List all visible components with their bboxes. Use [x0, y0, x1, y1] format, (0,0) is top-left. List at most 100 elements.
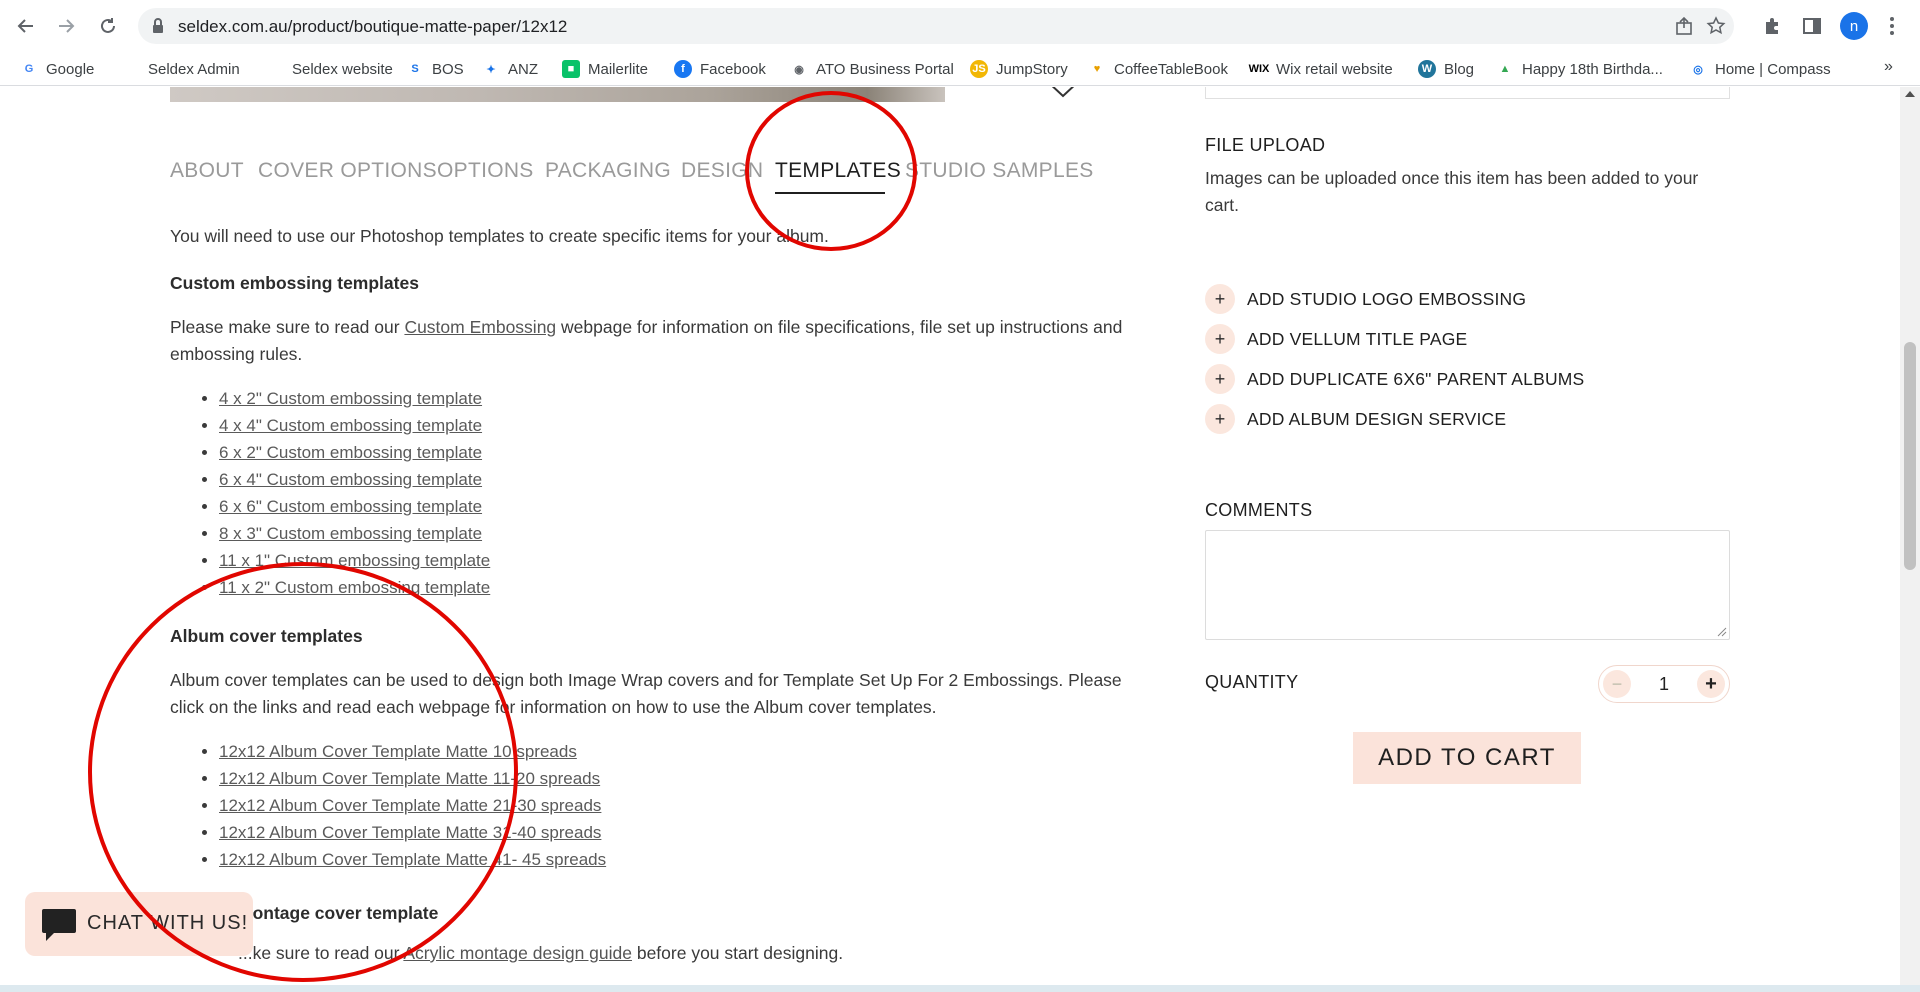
page-content: ABOUT COVER OPTIONS OPTIONS PACKAGING DE… — [0, 87, 1900, 985]
anz-icon: ✦ — [486, 63, 496, 76]
share-icon[interactable] — [1674, 16, 1694, 36]
addon-label: ADD VELLUM TITLE PAGE — [1247, 328, 1468, 349]
cover-template-link[interactable]: 12x12 Album Cover Template Matte 41- 45 … — [219, 850, 606, 869]
side-panel-icon[interactable] — [1800, 14, 1824, 38]
arrow-right-icon — [59, 19, 75, 33]
bookmark-item[interactable]: WIX Wix retail website — [1248, 58, 1393, 80]
embossing-template-link[interactable]: 11 x 1" Custom embossing template — [219, 551, 490, 570]
bookmark-item[interactable]: Seldex website — [266, 58, 393, 80]
bookmarks-bar: G Google Seldex Admin Seldex website S BOS ✦ AN… — [0, 52, 1920, 86]
tab-design[interactable]: DESIGN — [681, 159, 763, 183]
bookmark-item[interactable]: ▲ Happy 18th Birthda... — [1496, 58, 1663, 80]
forward-button[interactable] — [50, 10, 82, 42]
embossing-template-link[interactable]: 6 x 4" Custom embossing template — [219, 470, 482, 489]
addon-duplicate-parent-albums[interactable]: + ADD DUPLICATE 6X6" PARENT ALBUMS — [1205, 364, 1584, 394]
plus-icon: + — [1205, 364, 1235, 394]
plus-icon: + — [1205, 284, 1235, 314]
bookmark-label: BOS — [432, 60, 464, 78]
product-image — [170, 87, 945, 102]
decrease-quantity-button[interactable]: − — [1603, 670, 1631, 698]
embossing-template-link[interactable]: 8 x 3" Custom embossing template — [219, 524, 482, 543]
tab-cover-options[interactable]: COVER OPTIONS — [258, 159, 437, 183]
url-text: seldex.com.au/product/boutique-matte-pap… — [178, 17, 568, 36]
bookmark-item[interactable]: S BOS — [406, 58, 464, 80]
custom-embossing-link[interactable]: Custom Embossing — [404, 317, 556, 337]
bookmark-label: Facebook — [700, 60, 766, 78]
cover-template-link[interactable]: 12x12 Album Cover Template Matte 21-30 s… — [219, 796, 601, 815]
bookmark-item[interactable]: Seldex Admin — [122, 58, 240, 80]
addon-label: ADD DUPLICATE 6X6" PARENT ALBUMS — [1247, 368, 1585, 389]
tab-studio-samples[interactable]: STUDIO SAMPLES — [905, 159, 1094, 183]
bookmark-item[interactable]: ■ Mailerlite — [562, 58, 648, 80]
globe-icon: ◉ — [794, 63, 804, 76]
addon-album-design-service[interactable]: + ADD ALBUM DESIGN SERVICE — [1205, 404, 1506, 434]
embossing-template-link[interactable]: 4 x 2" Custom embossing template — [219, 389, 482, 408]
star-icon[interactable] — [1706, 16, 1726, 36]
bookmark-item[interactable]: ◉ ATO Business Portal — [790, 58, 954, 80]
vertical-scrollbar[interactable] — [1900, 87, 1920, 985]
chat-label: CHAT WITH US! — [87, 912, 249, 934]
list-item: 12x12 Album Cover Template Matte 41- 45 … — [219, 846, 606, 873]
bookmark-label: Happy 18th Birthda... — [1522, 60, 1663, 78]
bookmark-item[interactable]: JS JumpStory — [970, 58, 1068, 80]
increase-quantity-button[interactable]: + — [1697, 670, 1725, 698]
add-to-cart-button[interactable]: ADD TO CART — [1353, 732, 1581, 784]
bookmark-item[interactable]: G Google — [20, 58, 95, 80]
cover-template-list: 12x12 Album Cover Template Matte 10 spre… — [219, 738, 606, 873]
resize-handle-icon[interactable] — [1717, 627, 1727, 637]
addon-label: ADD STUDIO LOGO EMBOSSING — [1247, 288, 1527, 309]
quantity-label: QUANTITY — [1205, 672, 1299, 692]
more-menu-icon[interactable] — [1882, 14, 1902, 38]
embossing-text: Please make sure to read our Custom Embo… — [170, 314, 1160, 368]
google-icon: G — [24, 63, 34, 75]
cover-template-link[interactable]: 12x12 Album Cover Template Matte 10 spre… — [219, 742, 577, 761]
profile-avatar[interactable]: n — [1840, 12, 1868, 40]
bookmark-label: Google — [46, 60, 95, 78]
back-button[interactable] — [10, 10, 42, 42]
tab-packaging[interactable]: PACKAGING — [545, 159, 671, 183]
bookmark-item[interactable]: ◎ Home | Compass — [1689, 58, 1830, 80]
cover-template-link[interactable]: 12x12 Album Cover Template Matte 11-20 s… — [219, 769, 600, 788]
bookmark-label: ATO Business Portal — [816, 60, 954, 78]
bookmark-label: CoffeeTableBook — [1114, 60, 1228, 78]
acrylic-montage-guide-link[interactable]: Acrylic montage design guide — [403, 943, 632, 963]
extensions-icon[interactable] — [1760, 14, 1784, 38]
addon-studio-logo-embossing[interactable]: + ADD STUDIO LOGO EMBOSSING — [1205, 284, 1526, 314]
quantity-stepper: − 1 + — [1598, 665, 1730, 703]
list-item: 12x12 Album Cover Template Matte 31-40 s… — [219, 819, 606, 846]
option-field[interactable] — [1205, 87, 1730, 99]
tab-templates[interactable]: TEMPLATES — [775, 159, 901, 183]
blank-page-icon — [266, 60, 284, 78]
reload-button[interactable] — [92, 10, 124, 42]
tab-about[interactable]: ABOUT — [170, 159, 244, 183]
wix-icon: WIX — [1248, 63, 1270, 75]
bookmarks-more-button[interactable]: » — [1884, 58, 1893, 76]
bookmark-label: Seldex Admin — [148, 60, 240, 78]
chevron-down-icon[interactable] — [1045, 87, 1081, 101]
bookmark-item[interactable]: f Facebook — [674, 58, 766, 80]
bookmark-item[interactable]: ♥ CoffeeTableBook — [1088, 58, 1228, 80]
cover-template-link[interactable]: 12x12 Album Cover Template Matte 31-40 s… — [219, 823, 601, 842]
chat-widget-button[interactable]: CHAT WITH US! — [25, 892, 253, 956]
embossing-template-link[interactable]: 6 x 6" Custom embossing template — [219, 497, 482, 516]
embossing-template-link[interactable]: 11 x 2" Custom embossing template — [219, 578, 490, 597]
embossing-template-link[interactable]: 4 x 4" Custom embossing template — [219, 416, 482, 435]
list-item: 6 x 4" Custom embossing template — [219, 466, 490, 493]
montage-text-before: ...ke sure to read our — [238, 943, 404, 963]
list-item: 6 x 6" Custom embossing template — [219, 493, 490, 520]
bookmark-label: Blog — [1444, 60, 1475, 78]
scroll-up-arrow-icon[interactable] — [1905, 91, 1915, 97]
bookmark-item[interactable]: ✦ ANZ — [482, 58, 538, 80]
addon-label: ADD ALBUM DESIGN SERVICE — [1247, 408, 1507, 429]
quantity-value[interactable]: 1 — [1649, 674, 1679, 695]
comments-textarea[interactable] — [1205, 530, 1730, 640]
tab-options[interactable]: OPTIONS — [437, 159, 534, 183]
bookmark-item[interactable]: W Blog — [1418, 58, 1474, 80]
embossing-template-link[interactable]: 6 x 2" Custom embossing template — [219, 443, 482, 462]
list-item: 12x12 Album Cover Template Matte 10 spre… — [219, 738, 606, 765]
address-bar[interactable]: seldex.com.au/product/boutique-matte-pap… — [138, 8, 1734, 44]
file-upload-note: Images can be uploaded once this item ha… — [1205, 168, 1699, 215]
addon-vellum-title-page[interactable]: + ADD VELLUM TITLE PAGE — [1205, 324, 1467, 354]
scrollbar-thumb[interactable] — [1904, 342, 1916, 570]
montage-text-after: before you start designing. — [631, 943, 844, 963]
